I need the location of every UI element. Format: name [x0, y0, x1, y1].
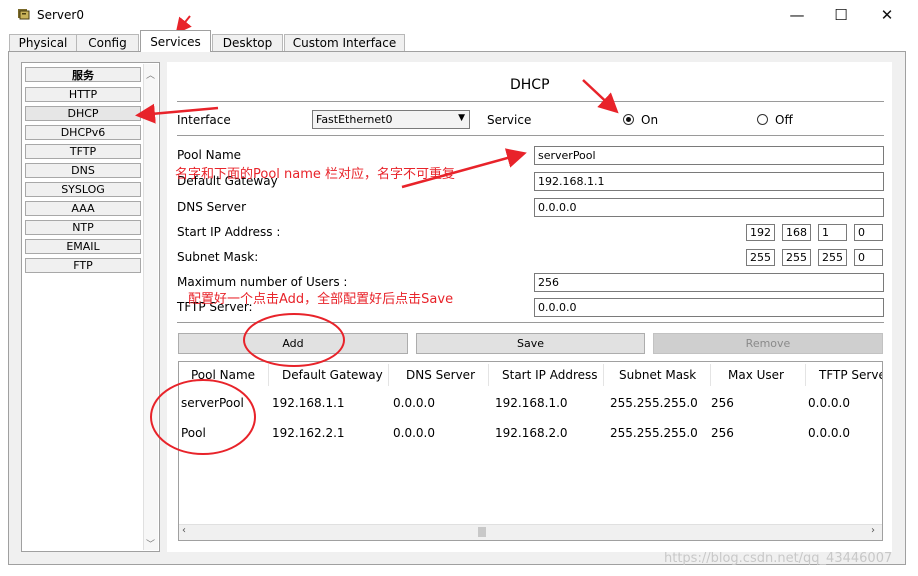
pool-name-input[interactable]: serverPool — [534, 146, 884, 165]
tab-config[interactable]: Config — [76, 34, 139, 51]
service-label: Service — [487, 113, 532, 127]
max-users-label: Maximum number of Users : — [177, 275, 348, 289]
subnet-label: Subnet Mask: — [177, 250, 259, 264]
tftp-server-input[interactable]: 0.0.0.0 — [534, 298, 884, 317]
dns-server-input[interactable]: 0.0.0.0 — [534, 198, 884, 217]
row2-subnet[interactable]: 255.255.255.0 — [610, 426, 698, 440]
sidebar-header: 服务 — [25, 67, 141, 82]
subnet-octet-4[interactable]: 0 — [854, 249, 883, 266]
row2-dns[interactable]: 0.0.0.0 — [393, 426, 435, 440]
sidebar-item-dhcpv6[interactable]: DHCPv6 — [25, 125, 141, 140]
col-start-ip[interactable]: Start IP Address — [496, 364, 604, 386]
subnet-octet-1[interactable]: 255 — [746, 249, 775, 266]
row2-gateway[interactable]: 192.162.2.1 — [272, 426, 345, 440]
server-app-icon — [18, 9, 30, 20]
row2-max-user[interactable]: 256 — [711, 426, 734, 440]
annotation-add-save-note: 配置好一个点击Add，全部配置好后点击Save — [188, 292, 454, 307]
table-hscroll[interactable] — [179, 524, 882, 540]
pool-table — [178, 361, 883, 541]
tab-services[interactable]: Services — [140, 30, 211, 52]
start-ip-octet-4[interactable]: 0 — [854, 224, 883, 241]
minimize-button[interactable]: — — [774, 0, 820, 30]
dhcp-title: DHCP — [510, 77, 550, 93]
chevron-down-icon: ▼ — [458, 113, 465, 123]
interface-label: Interface — [177, 113, 231, 127]
col-subnet-mask[interactable]: Subnet Mask — [613, 364, 711, 386]
pool-name-label: Pool Name — [177, 148, 242, 162]
service-on-radio[interactable] — [623, 114, 634, 125]
sidebar-item-tftp[interactable]: TFTP — [25, 144, 141, 159]
sidebar-item-http[interactable]: HTTP — [25, 87, 141, 102]
tab-physical[interactable]: Physical — [9, 34, 77, 51]
subnet-octet-2[interactable]: 255 — [782, 249, 811, 266]
start-ip-octet-1[interactable]: 192 — [746, 224, 775, 241]
add-button[interactable]: Add — [178, 333, 408, 354]
remove-button[interactable]: Remove — [653, 333, 883, 354]
tab-desktop[interactable]: Desktop — [212, 34, 283, 51]
interface-divider — [177, 135, 884, 136]
col-max-user[interactable]: Max User — [722, 364, 806, 386]
watermark-text: https://blog.csdn.net/qq_43446007 — [664, 551, 893, 566]
scroll-left-icon[interactable]: ‹ — [182, 525, 186, 536]
start-ip-octet-3[interactable]: 1 — [818, 224, 847, 241]
row1-gateway[interactable]: 192.168.1.1 — [272, 396, 345, 410]
col-default-gateway[interactable]: Default Gateway — [276, 364, 389, 386]
row2-start-ip[interactable]: 192.168.2.0 — [495, 426, 568, 440]
save-button[interactable]: Save — [416, 333, 645, 354]
scroll-down-icon[interactable]: ﹀ — [146, 537, 155, 550]
form-divider — [177, 322, 884, 323]
row2-tftp[interactable]: 0.0.0.0 — [808, 426, 850, 440]
service-off-label: Off — [775, 113, 793, 127]
row2-pool-name[interactable]: Pool — [181, 426, 206, 440]
col-pool-name[interactable]: Pool Name — [185, 364, 269, 386]
maximize-button[interactable]: ☐ — [818, 0, 864, 30]
start-ip-octet-2[interactable]: 168 — [782, 224, 811, 241]
annotation-pool-name-note: 名字和下面的Pool name 栏对应，名字不可重复 — [175, 167, 456, 182]
sidebar-item-aaa[interactable]: AAA — [25, 201, 141, 216]
sidebar-item-dns[interactable]: DNS — [25, 163, 141, 178]
scroll-right-icon[interactable]: › — [871, 525, 875, 536]
title-divider — [177, 101, 884, 102]
window-title: Server0 — [37, 8, 84, 22]
interface-select[interactable]: FastEthernet0 ▼ — [312, 110, 470, 129]
row1-start-ip[interactable]: 192.168.1.0 — [495, 396, 568, 410]
sidebar-item-ftp[interactable]: FTP — [25, 258, 141, 273]
sidebar-scrollbar[interactable] — [143, 64, 158, 550]
start-ip-label: Start IP Address : — [177, 225, 281, 239]
row1-tftp[interactable]: 0.0.0.0 — [808, 396, 850, 410]
max-users-input[interactable]: 256 — [534, 273, 884, 292]
col-dns-server[interactable]: DNS Server — [400, 364, 489, 386]
col-tftp-server[interactable]: TFTP Serve — [813, 364, 882, 386]
dns-server-label: DNS Server — [177, 200, 246, 214]
tab-custom-interface[interactable]: Custom Interface — [284, 34, 405, 51]
row1-max-user[interactable]: 256 — [711, 396, 734, 410]
row1-dns[interactable]: 0.0.0.0 — [393, 396, 435, 410]
service-off-radio[interactable] — [757, 114, 768, 125]
close-button[interactable]: ✕ — [864, 0, 910, 30]
service-on-label: On — [641, 113, 659, 127]
sidebar-item-syslog[interactable]: SYSLOG — [25, 182, 141, 197]
sidebar-item-ntp[interactable]: NTP — [25, 220, 141, 235]
row1-pool-name[interactable]: serverPool — [181, 396, 244, 410]
row1-subnet[interactable]: 255.255.255.0 — [610, 396, 698, 410]
sidebar-item-dhcp[interactable]: DHCP — [25, 106, 141, 121]
gateway-input[interactable]: 192.168.1.1 — [534, 172, 884, 191]
subnet-octet-3[interactable]: 255 — [818, 249, 847, 266]
sidebar-item-email[interactable]: EMAIL — [25, 239, 141, 254]
interface-select-value: FastEthernet0 — [316, 113, 393, 126]
scroll-thumb[interactable] — [478, 527, 486, 537]
scroll-up-icon[interactable]: ︿ — [146, 68, 155, 81]
